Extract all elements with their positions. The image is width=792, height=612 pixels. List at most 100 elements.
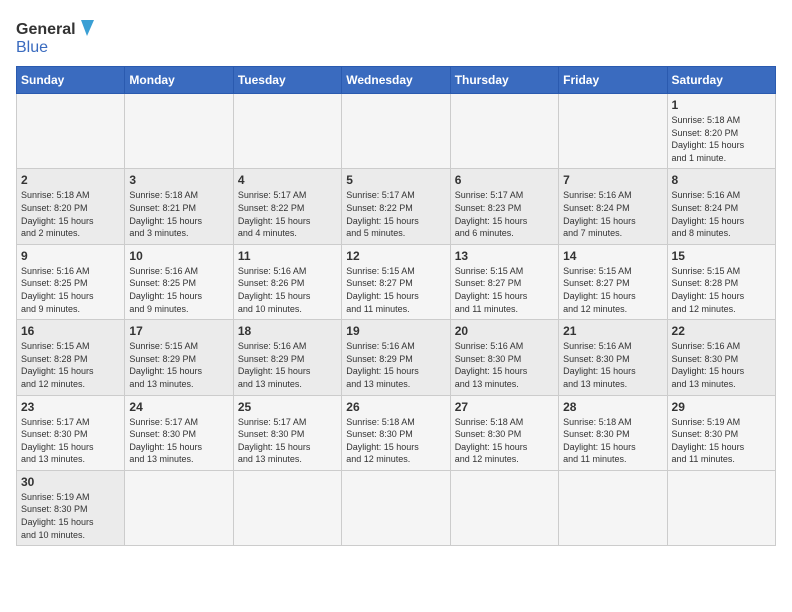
day-info: Sunrise: 5:19 AM Sunset: 8:30 PM Dayligh… [21,491,120,541]
day-info: Sunrise: 5:19 AM Sunset: 8:30 PM Dayligh… [672,416,771,466]
calendar-day-cell: 26Sunrise: 5:18 AM Sunset: 8:30 PM Dayli… [342,395,450,470]
calendar-header: SundayMondayTuesdayWednesdayThursdayFrid… [17,67,776,94]
calendar-day-cell: 30Sunrise: 5:19 AM Sunset: 8:30 PM Dayli… [17,470,125,545]
calendar-body: 1Sunrise: 5:18 AM Sunset: 8:20 PM Daylig… [17,94,776,546]
day-number: 3 [129,173,228,187]
calendar-day-cell: 15Sunrise: 5:15 AM Sunset: 8:28 PM Dayli… [667,244,775,319]
day-info: Sunrise: 5:16 AM Sunset: 8:30 PM Dayligh… [455,340,554,390]
day-number: 6 [455,173,554,187]
calendar-day-cell: 28 Sunrise: 5:18 AM Sunset: 8:30 PM Dayli… [559,395,667,470]
day-number: 24 [129,400,228,414]
day-number: 13 [455,249,554,263]
day-of-week-header: Friday [559,67,667,94]
day-number: 22 [672,324,771,338]
calendar-day-cell: 11 Sunrise: 5:16 AM Sunset: 8:26 PM Dayli… [233,244,341,319]
calendar-day-cell: 7Sunrise: 5:16 AM Sunset: 8:24 PM Daylig… [559,169,667,244]
generalblue-logo-icon: GeneralBlue [16,16,96,56]
day-info: Sunrise: 5:15 AM Sunset: 8:28 PM Dayligh… [672,265,771,315]
day-info: Sunrise: 5:17 AM Sunset: 8:22 PM Dayligh… [346,189,445,239]
day-info: Sunrise: 5:16 AM Sunset: 8:30 PM Dayligh… [672,340,771,390]
day-info: Sunrise: 5:15 AM Sunset: 8:27 PM Dayligh… [455,265,554,315]
day-number: 25 [238,400,337,414]
day-of-week-header: Saturday [667,67,775,94]
calendar-day-cell: 17 Sunrise: 5:15 AM Sunset: 8:29 PM Dayli… [125,320,233,395]
calendar-day-cell [342,94,450,169]
calendar-day-cell: 14Sunrise: 5:15 AM Sunset: 8:27 PM Dayli… [559,244,667,319]
day-info: Sunrise: 5:16 AM Sunset: 8:29 PM Dayligh… [346,340,445,390]
calendar-day-cell [342,470,450,545]
svg-text:General: General [16,21,76,38]
calendar-day-cell [559,94,667,169]
day-number: 21 [563,324,662,338]
calendar-week-row: 9Sunrise: 5:16 AM Sunset: 8:25 PM Daylig… [17,244,776,319]
day-info: Sunrise: 5:17 AM Sunset: 8:30 PM Dayligh… [21,416,120,466]
day-number: 20 [455,324,554,338]
calendar-day-cell: 29Sunrise: 5:19 AM Sunset: 8:30 PM Dayli… [667,395,775,470]
calendar-day-cell: 8Sunrise: 5:16 AM Sunset: 8:24 PM Daylig… [667,169,775,244]
day-number: 2 [21,173,120,187]
calendar-day-cell [125,470,233,545]
day-info: Sunrise: 5:15 AM Sunset: 8:27 PM Dayligh… [346,265,445,315]
day-info: Sunrise: 5:15 AM Sunset: 8:29 PM Dayligh… [129,340,228,390]
calendar-day-cell [450,470,558,545]
day-number: 14 [563,249,662,263]
calendar-day-cell [450,94,558,169]
day-number: 10 [129,249,228,263]
day-of-week-header: Sunday [17,67,125,94]
day-number: 17 [129,324,228,338]
calendar-day-cell: 13 Sunrise: 5:15 AM Sunset: 8:27 PM Dayli… [450,244,558,319]
day-info: Sunrise: 5:18 AM Sunset: 8:30 PM Dayligh… [563,416,662,466]
day-info: Sunrise: 5:17 AM Sunset: 8:22 PM Dayligh… [238,189,337,239]
calendar-day-cell [233,94,341,169]
calendar-day-cell [233,470,341,545]
day-number: 1 [672,98,771,112]
day-of-week-header: Thursday [450,67,558,94]
day-info: Sunrise: 5:18 AM Sunset: 8:30 PM Dayligh… [455,416,554,466]
day-info: Sunrise: 5:17 AM Sunset: 8:30 PM Dayligh… [129,416,228,466]
calendar-day-cell: 21Sunrise: 5:16 AM Sunset: 8:30 PM Dayli… [559,320,667,395]
calendar-day-cell [559,470,667,545]
calendar-week-row: 1Sunrise: 5:18 AM Sunset: 8:20 PM Daylig… [17,94,776,169]
day-info: Sunrise: 5:16 AM Sunset: 8:25 PM Dayligh… [21,265,120,315]
day-number: 18 [238,324,337,338]
day-info: Sunrise: 5:16 AM Sunset: 8:26 PM Dayligh… [238,265,337,315]
day-number: 8 [672,173,771,187]
calendar-day-cell: 27 Sunrise: 5:18 AM Sunset: 8:30 PM Dayli… [450,395,558,470]
calendar-day-cell: 18 Sunrise: 5:16 AM Sunset: 8:29 PM Dayli… [233,320,341,395]
calendar-day-cell: 3 Sunrise: 5:18 AM Sunset: 8:21 PM Daylig… [125,169,233,244]
day-number: 27 [455,400,554,414]
calendar-day-cell: 6 Sunrise: 5:17 AM Sunset: 8:23 PM Daylig… [450,169,558,244]
calendar-day-cell: 12 Sunrise: 5:15 AM Sunset: 8:27 PM Dayli… [342,244,450,319]
calendar-day-cell: 10 Sunrise: 5:16 AM Sunset: 8:25 PM Dayli… [125,244,233,319]
day-of-week-header: Wednesday [342,67,450,94]
days-of-week-row: SundayMondayTuesdayWednesdayThursdayFrid… [17,67,776,94]
day-number: 12 [346,249,445,263]
calendar-day-cell: 20 Sunrise: 5:16 AM Sunset: 8:30 PM Dayli… [450,320,558,395]
calendar-day-cell: 1Sunrise: 5:18 AM Sunset: 8:20 PM Daylig… [667,94,775,169]
day-number: 28 [563,400,662,414]
calendar-week-row: 16 Sunrise: 5:15 AM Sunset: 8:28 PM Dayli… [17,320,776,395]
day-info: Sunrise: 5:18 AM Sunset: 8:21 PM Dayligh… [129,189,228,239]
calendar-day-cell: 25Sunrise: 5:17 AM Sunset: 8:30 PM Dayli… [233,395,341,470]
calendar-week-row: 23 Sunrise: 5:17 AM Sunset: 8:30 PM Dayli… [17,395,776,470]
logo: GeneralBlue [16,16,96,56]
calendar-week-row: 30Sunrise: 5:19 AM Sunset: 8:30 PM Dayli… [17,470,776,545]
calendar-day-cell: 19Sunrise: 5:16 AM Sunset: 8:29 PM Dayli… [342,320,450,395]
day-number: 11 [238,249,337,263]
day-info: Sunrise: 5:18 AM Sunset: 8:30 PM Dayligh… [346,416,445,466]
calendar-table: SundayMondayTuesdayWednesdayThursdayFrid… [16,66,776,546]
day-info: Sunrise: 5:17 AM Sunset: 8:23 PM Dayligh… [455,189,554,239]
day-info: Sunrise: 5:16 AM Sunset: 8:25 PM Dayligh… [129,265,228,315]
calendar-day-cell: 23 Sunrise: 5:17 AM Sunset: 8:30 PM Dayli… [17,395,125,470]
calendar-day-cell [667,470,775,545]
day-number: 16 [21,324,120,338]
day-number: 23 [21,400,120,414]
day-info: Sunrise: 5:15 AM Sunset: 8:28 PM Dayligh… [21,340,120,390]
svg-text:Blue: Blue [16,39,48,56]
day-of-week-header: Monday [125,67,233,94]
calendar-day-cell: 5Sunrise: 5:17 AM Sunset: 8:22 PM Daylig… [342,169,450,244]
day-info: Sunrise: 5:16 AM Sunset: 8:29 PM Dayligh… [238,340,337,390]
calendar-day-cell: 22 Sunrise: 5:16 AM Sunset: 8:30 PM Dayli… [667,320,775,395]
calendar-day-cell: 16 Sunrise: 5:15 AM Sunset: 8:28 PM Dayli… [17,320,125,395]
calendar-day-cell [17,94,125,169]
